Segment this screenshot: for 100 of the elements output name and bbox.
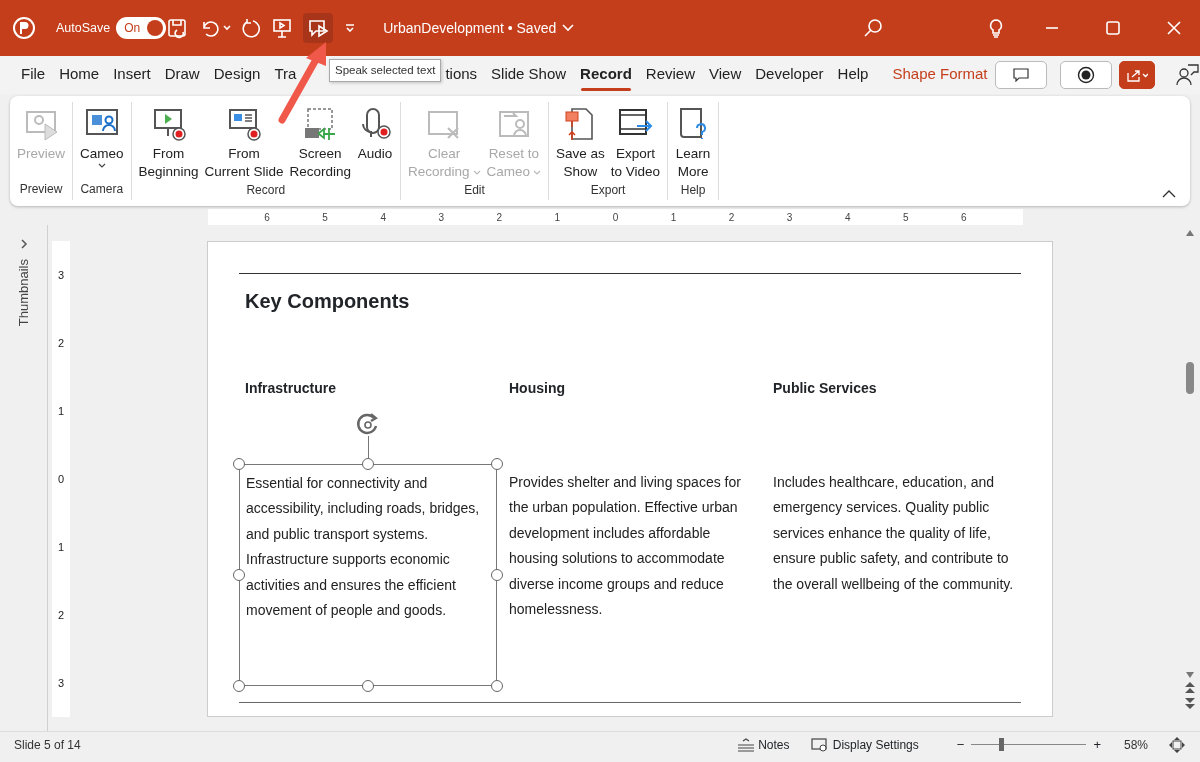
group-label: Record (245, 182, 287, 199)
resize-handle[interactable] (233, 680, 245, 692)
ribbon-button[interactable]: Export to Video (607, 102, 664, 181)
ruler-number: 1 (57, 403, 65, 419)
ruler-number: 1 (554, 210, 561, 225)
resize-handle[interactable] (491, 680, 503, 692)
ribbon-tab[interactable]: File (14, 58, 53, 92)
resize-handle[interactable] (362, 458, 374, 470)
group-label: Help (679, 182, 707, 199)
maximize-icon[interactable] (1105, 20, 1121, 36)
display-settings-button[interactable]: Display Settings (810, 734, 920, 755)
share-icon (1125, 68, 1148, 82)
ribbon-tab[interactable]: Slide Show (484, 58, 574, 92)
ruler-number: 4 (844, 210, 851, 225)
comment-icon (1012, 68, 1029, 82)
search-icon[interactable] (863, 18, 883, 38)
resize-handle[interactable] (491, 569, 503, 581)
ribbon-tab[interactable]: Design (206, 58, 268, 92)
ribbon-tab[interactable]: Draw (157, 58, 207, 92)
resize-handle[interactable] (491, 458, 503, 470)
group-label: Camera (79, 181, 125, 198)
chevron-down-icon[interactable] (562, 24, 575, 32)
fit-slide-icon[interactable] (1168, 735, 1186, 754)
slide-title: Key Components (245, 289, 411, 314)
ruler-number: 2 (57, 335, 65, 351)
resize-handle[interactable] (362, 680, 374, 692)
ribbon-tab[interactable]: Review (638, 58, 702, 92)
record-button[interactable] (1059, 61, 1112, 89)
ruler-number: 1 (670, 210, 677, 225)
tooltip: Speak selected text (329, 59, 442, 83)
zoom-out-button[interactable]: − (955, 733, 966, 756)
group-label: Export (589, 182, 627, 199)
ruler-number: 3 (57, 267, 65, 283)
ribbon-tab[interactable]: Home (52, 58, 107, 92)
selection-frame[interactable] (239, 464, 497, 686)
zoom-slider[interactable] (999, 738, 1005, 751)
share-button[interactable] (1118, 61, 1155, 89)
rotate-line (368, 436, 369, 458)
comments-button[interactable] (994, 61, 1047, 89)
ruler-number: 6 (961, 210, 967, 225)
presenter-coach-icon[interactable] (1175, 63, 1200, 87)
redo-icon[interactable] (239, 17, 262, 39)
text-box[interactable]: Includes healthcare, education, and emergency services. Quality public services enhance the quality of life, ensure public safety, and contribute to the overall wellbeing of the community. (767, 464, 1025, 686)
close-icon[interactable] (1166, 20, 1182, 36)
ruler-number: 4 (380, 210, 386, 225)
ribbon-tab[interactable]: Shape Format (885, 58, 995, 92)
zoom-in-button[interactable]: + (1092, 733, 1102, 756)
thumbnails-label[interactable]: Thumbnails (13, 259, 34, 327)
ribbon-button[interactable]: From Beginning (135, 102, 202, 181)
expand-icon[interactable] (19, 239, 28, 249)
collapse-ribbon-icon[interactable] (1162, 190, 1176, 198)
ruler-number: 2 (496, 210, 503, 225)
ruler-number: 0 (57, 471, 65, 487)
column-heading: Infrastructure (245, 379, 338, 398)
ruler-number: 1 (57, 539, 65, 555)
app-logo-icon (12, 16, 36, 40)
ribbon-tab[interactable]: Record (573, 58, 639, 92)
group-label: Edit (463, 182, 486, 199)
next-slide-icon[interactable] (1184, 697, 1196, 709)
ribbon-button[interactable]: Audio (353, 102, 396, 181)
caret-icon[interactable] (223, 24, 232, 32)
resize-handle[interactable] (233, 569, 245, 581)
ribbon-button[interactable]: Cameo (77, 102, 127, 180)
scroll-down-icon[interactable] (1185, 670, 1195, 679)
ruler-number: 5 (902, 210, 909, 225)
ruler-number: 3 (786, 210, 793, 225)
customize-toolbar-icon[interactable] (345, 24, 356, 32)
ribbon-tab[interactable]: View (702, 58, 749, 92)
group-label: Preview (18, 181, 64, 198)
notes-icon (736, 737, 755, 752)
display-settings-icon (811, 737, 830, 752)
document-title[interactable]: UrbanDevelopment • Saved (383, 17, 557, 39)
ribbon-tab[interactable]: Developer (748, 58, 831, 92)
text-box[interactable]: Essential for connectivity and accessibility, including roads, bridges, and public transport systems. Infrastructure supports economic activities and ensures the efficient movement of people and goods. (240, 465, 496, 624)
ribbon-tab[interactable]: Help (830, 58, 876, 92)
scroll-thumb[interactable] (1186, 362, 1194, 394)
ribbon-button[interactable]: From Current Slide (201, 102, 287, 181)
text-box[interactable]: Provides shelter and living spaces for the urban population. Effective urban development includes affordable housing solutions to accommodate diverse income groups and reduce homelessness. (503, 464, 761, 686)
ribbon-button[interactable]: Learn More (672, 102, 715, 181)
ruler-number: 2 (728, 210, 735, 225)
autosave-toggle[interactable]: On (116, 17, 167, 39)
resize-handle[interactable] (233, 458, 245, 470)
slide[interactable] (207, 241, 1053, 717)
speak-icon[interactable] (303, 13, 334, 43)
ruler-number: 0 (612, 210, 619, 225)
notes-button[interactable]: Notes (735, 734, 791, 755)
record-icon (1076, 66, 1095, 84)
save-icon[interactable] (166, 17, 189, 39)
slide-indicator: Slide 5 of 14 (14, 736, 81, 754)
ribbon-tab[interactable]: Tra (267, 58, 297, 92)
ruler-number: 3 (438, 210, 444, 225)
zoom-percent[interactable]: 58% (1123, 735, 1148, 754)
lightbulb-icon[interactable] (988, 18, 1004, 38)
ribbon-button[interactable]: Screen Recording (286, 102, 354, 181)
ribbon-button[interactable]: Save as Show (553, 102, 608, 181)
scroll-up-icon[interactable] (1185, 229, 1195, 237)
ribbon-tab[interactable]: Insert (106, 58, 158, 92)
ruler-number: 2 (57, 607, 65, 623)
presentation-icon[interactable] (271, 17, 294, 39)
previous-slide-icon[interactable] (1184, 681, 1196, 694)
